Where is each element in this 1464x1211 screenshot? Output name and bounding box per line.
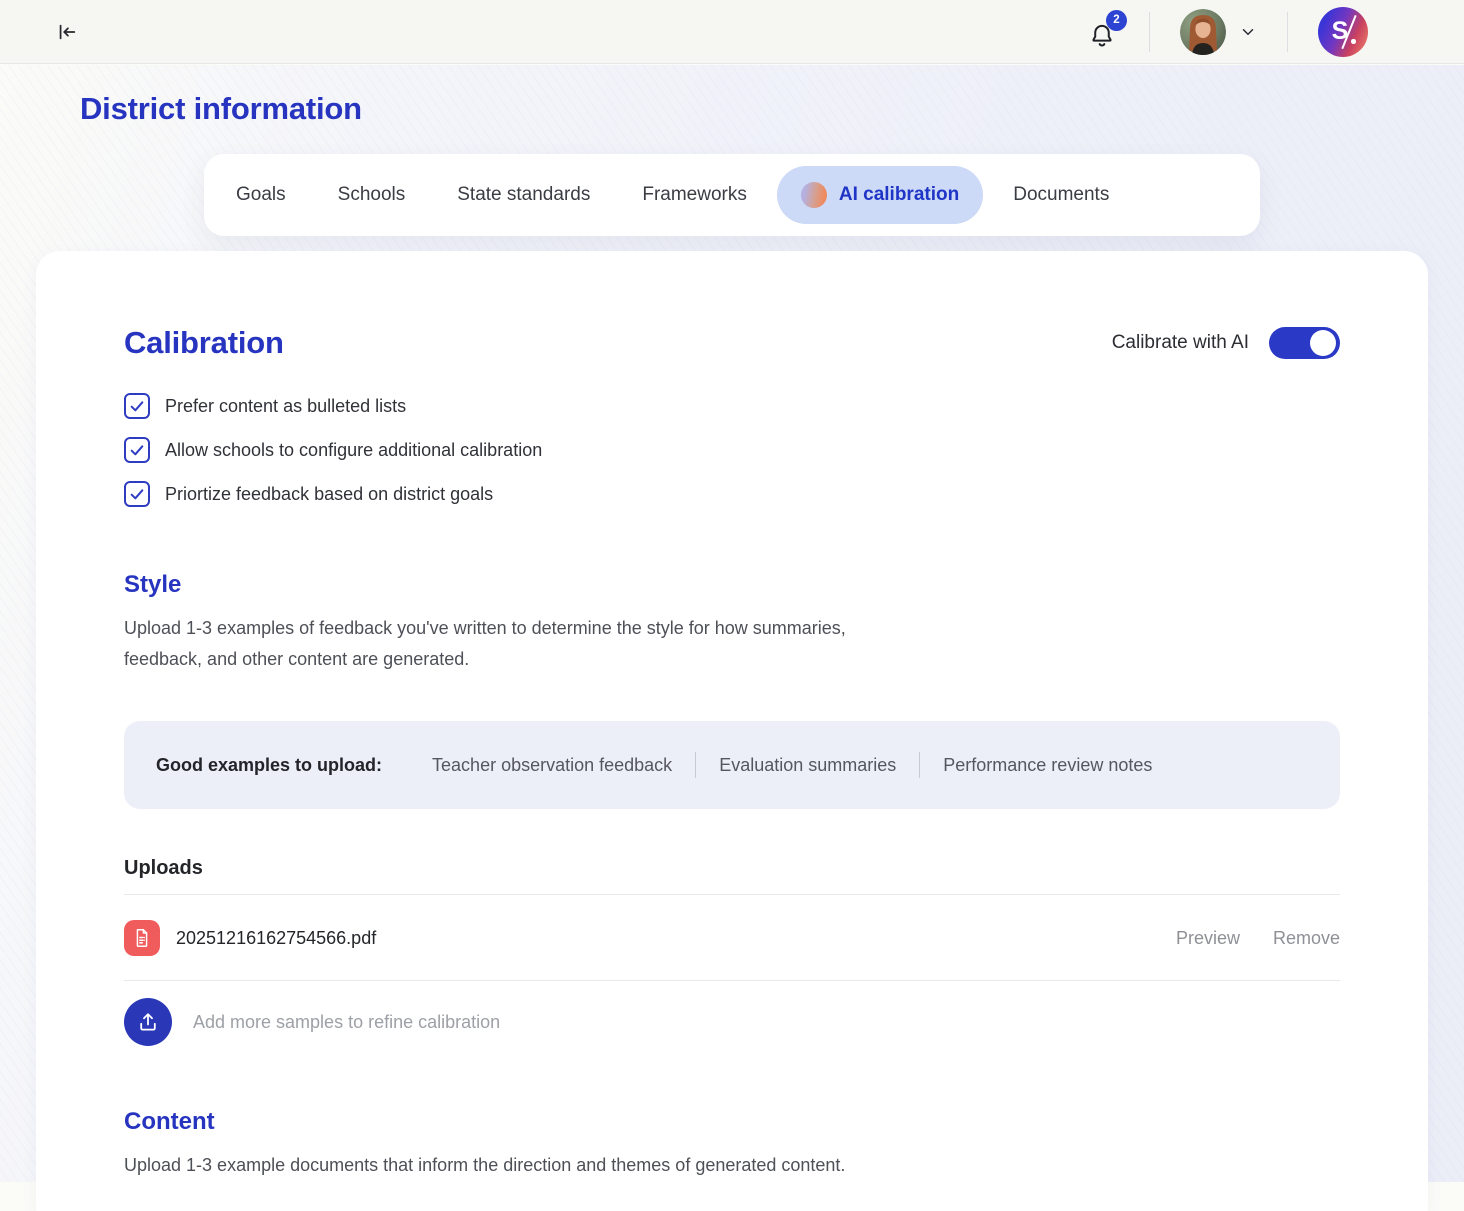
checkbox-row-schools-configure[interactable]: Allow schools to configure additional ca… bbox=[124, 437, 1340, 463]
collapse-sidebar-button[interactable] bbox=[54, 19, 80, 45]
good-example-item: Performance review notes bbox=[943, 755, 1152, 776]
example-divider bbox=[695, 752, 696, 778]
brand-logo-icon[interactable]: S bbox=[1318, 7, 1368, 57]
add-samples-row: Add more samples to refine calibration bbox=[124, 998, 1340, 1046]
checkbox-label: Priortize feedback based on district goa… bbox=[165, 484, 493, 505]
calibrate-with-ai-toggle[interactable] bbox=[1269, 327, 1340, 359]
page-title: District information bbox=[80, 91, 362, 127]
check-icon bbox=[129, 442, 145, 458]
tab-goals[interactable]: Goals bbox=[210, 154, 312, 236]
checkbox-schools-configure[interactable] bbox=[124, 437, 150, 463]
collapse-sidebar-icon bbox=[56, 21, 78, 43]
topbar-right-group: 2 bbox=[1085, 7, 1368, 57]
tab-frameworks[interactable]: Frameworks bbox=[616, 154, 773, 236]
calibration-card: Calibration Calibrate with AI Prefer con… bbox=[36, 251, 1428, 1211]
tab-bar: Goals Schools State standards Frameworks… bbox=[204, 154, 1260, 236]
content-description: Upload 1-3 example documents that inform… bbox=[124, 1150, 1024, 1181]
add-samples-label: Add more samples to refine calibration bbox=[193, 1012, 500, 1033]
good-examples-label: Good examples to upload: bbox=[156, 755, 382, 776]
checkbox-row-prioritize-feedback[interactable]: Priortize feedback based on district goa… bbox=[124, 481, 1340, 507]
card-header: Calibration Calibrate with AI bbox=[124, 325, 1340, 361]
file-actions: Preview Remove bbox=[1176, 928, 1340, 949]
checkbox-row-bulleted-lists[interactable]: Prefer content as bulleted lists bbox=[124, 393, 1340, 419]
good-example-item: Teacher observation feedback bbox=[432, 755, 672, 776]
calibration-heading: Calibration bbox=[124, 325, 284, 361]
ai-gradient-dot-icon bbox=[801, 182, 827, 208]
file-name: 20251216162754566.pdf bbox=[176, 928, 376, 949]
pdf-document-icon bbox=[124, 920, 160, 956]
notification-badge: 2 bbox=[1106, 10, 1127, 31]
calibrate-toggle-label: Calibrate with AI bbox=[1112, 332, 1249, 354]
checkbox-label: Allow schools to configure additional ca… bbox=[165, 440, 542, 461]
good-example-item: Evaluation summaries bbox=[719, 755, 896, 776]
user-menu-button[interactable] bbox=[1180, 9, 1257, 55]
divider bbox=[124, 980, 1340, 981]
tab-documents[interactable]: Documents bbox=[987, 154, 1135, 236]
brand-logo-dot bbox=[1351, 39, 1356, 44]
tab-schools[interactable]: Schools bbox=[312, 154, 432, 236]
toggle-knob bbox=[1310, 330, 1336, 356]
chevron-down-icon bbox=[1239, 23, 1257, 41]
content-heading: Content bbox=[124, 1108, 1340, 1136]
style-description: Upload 1-3 examples of feedback you've w… bbox=[124, 613, 914, 675]
topbar-divider bbox=[1287, 12, 1288, 52]
avatar bbox=[1180, 9, 1226, 55]
checkbox-prioritize-feedback[interactable] bbox=[124, 481, 150, 507]
tab-state-standards[interactable]: State standards bbox=[431, 154, 616, 236]
check-icon bbox=[129, 398, 145, 414]
tab-ai-calibration-label: AI calibration bbox=[839, 184, 959, 206]
calibration-checkbox-list: Prefer content as bulleted lists Allow s… bbox=[124, 393, 1340, 507]
example-divider bbox=[919, 752, 920, 778]
style-heading: Style bbox=[124, 571, 1340, 599]
topbar-divider bbox=[1149, 12, 1150, 52]
topbar: 2 bbox=[0, 0, 1464, 64]
good-examples-box: Good examples to upload: Teacher observa… bbox=[124, 721, 1340, 809]
uploaded-file-row: 20251216162754566.pdf Preview Remove bbox=[124, 895, 1340, 980]
calibrate-toggle-group: Calibrate with AI bbox=[1112, 327, 1340, 359]
content-area: District information Goals Schools State… bbox=[0, 65, 1464, 1182]
uploads-heading: Uploads bbox=[124, 857, 1340, 880]
upload-button[interactable] bbox=[124, 998, 172, 1046]
tab-ai-calibration[interactable]: AI calibration bbox=[777, 166, 983, 224]
notifications-button[interactable]: 2 bbox=[1085, 14, 1119, 50]
remove-button[interactable]: Remove bbox=[1273, 928, 1340, 949]
checkbox-label: Prefer content as bulleted lists bbox=[165, 396, 406, 417]
upload-arrow-icon bbox=[136, 1010, 160, 1034]
checkbox-bulleted-lists[interactable] bbox=[124, 393, 150, 419]
preview-button[interactable]: Preview bbox=[1176, 928, 1240, 949]
check-icon bbox=[129, 486, 145, 502]
